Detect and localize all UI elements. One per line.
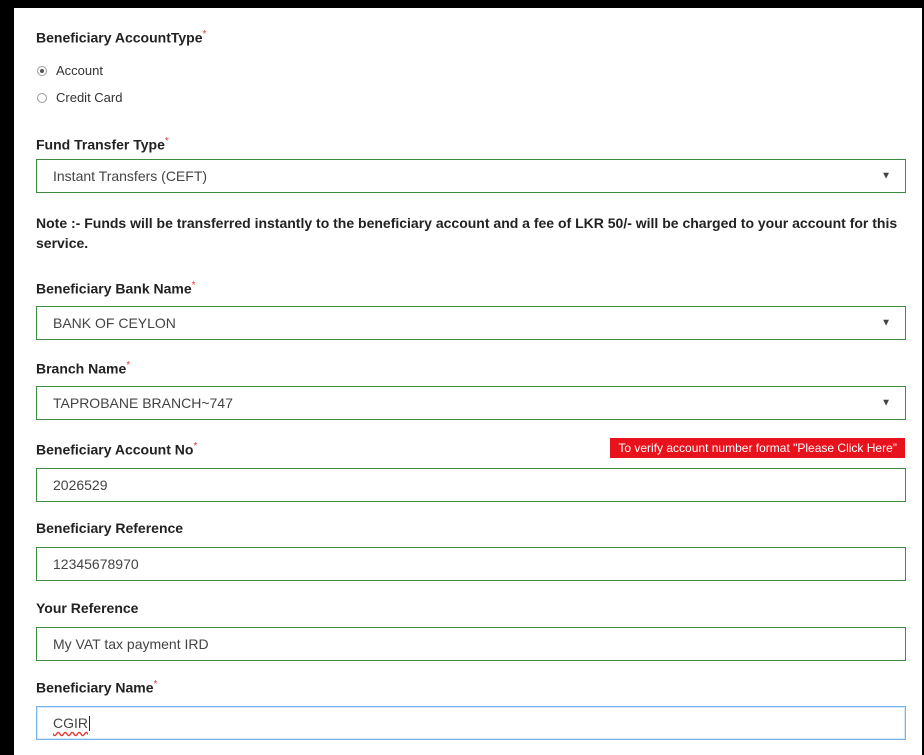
beneficiary-name-input[interactable]: CGIR <box>36 706 906 740</box>
fund-transfer-type-value: Instant Transfers (CEFT) <box>53 168 208 184</box>
dropdown-arrow-icon: ▼ <box>881 397 891 409</box>
bank-name-label-text: Beneficiary Bank Name <box>36 280 192 297</box>
required-mark: * <box>193 441 198 452</box>
required-mark: * <box>202 29 207 40</box>
beneficiary-reference-value: 12345678970 <box>53 556 139 572</box>
beneficiary-reference-label: Beneficiary Reference <box>36 520 184 536</box>
bank-name-value: BANK OF CEYLON <box>53 315 176 331</box>
your-reference-value: My VAT tax payment IRD <box>53 636 209 652</box>
form-panel: Beneficiary AccountType* Account Credit … <box>14 8 922 755</box>
your-reference-input[interactable]: My VAT tax payment IRD <box>36 627 906 661</box>
fund-transfer-type-label-text: Fund Transfer Type <box>36 136 165 153</box>
radio-label-credit-card: Credit Card <box>56 90 123 105</box>
fund-transfer-type-label: Fund Transfer Type* <box>36 136 169 153</box>
dropdown-arrow-icon: ▼ <box>881 170 891 182</box>
required-mark: * <box>126 360 131 371</box>
beneficiary-name-label: Beneficiary Name* <box>36 679 157 696</box>
account-no-input[interactable]: 2026529 <box>36 468 906 502</box>
radio-option-credit-card[interactable]: Credit Card <box>37 90 122 105</box>
your-reference-label: Your Reference <box>36 600 139 616</box>
required-mark: * <box>164 136 169 147</box>
transfer-fee-note: Note :- Funds will be transferred instan… <box>36 215 898 251</box>
beneficiary-reference-input[interactable]: 12345678970 <box>36 547 906 581</box>
bank-name-select[interactable]: BANK OF CEYLON ▼ <box>36 306 906 340</box>
beneficiary-name-value: CGIR <box>53 715 88 731</box>
radio-label-account: Account <box>56 63 103 78</box>
branch-name-label-text: Branch Name <box>36 360 127 377</box>
radio-button[interactable] <box>37 92 47 103</box>
text-caret <box>89 715 90 731</box>
fund-transfer-type-select[interactable]: Instant Transfers (CEFT) ▼ <box>36 159 906 193</box>
beneficiary-name-label-text: Beneficiary Name <box>36 679 154 696</box>
branch-name-label: Branch Name* <box>36 360 130 377</box>
verify-account-format-button[interactable]: To verify account number format "Please … <box>610 438 905 458</box>
branch-name-value: TAPROBANE BRANCH~747 <box>53 395 233 411</box>
radio-option-account[interactable]: Account <box>37 63 103 78</box>
account-no-label-text: Beneficiary Account No <box>36 441 194 458</box>
account-no-label: Beneficiary Account No* <box>36 441 197 458</box>
branch-name-select[interactable]: TAPROBANE BRANCH~747 ▼ <box>36 386 906 420</box>
radio-dot <box>40 68 44 73</box>
account-type-label: Beneficiary AccountType* <box>36 29 206 46</box>
bank-name-label: Beneficiary Bank Name* <box>36 280 196 297</box>
account-no-value: 2026529 <box>53 477 108 493</box>
dropdown-arrow-icon: ▼ <box>881 317 891 329</box>
account-type-label-text: Beneficiary AccountType <box>36 29 203 46</box>
radio-button-selected[interactable] <box>37 65 47 76</box>
required-mark: * <box>153 679 158 690</box>
required-mark: * <box>191 280 196 291</box>
